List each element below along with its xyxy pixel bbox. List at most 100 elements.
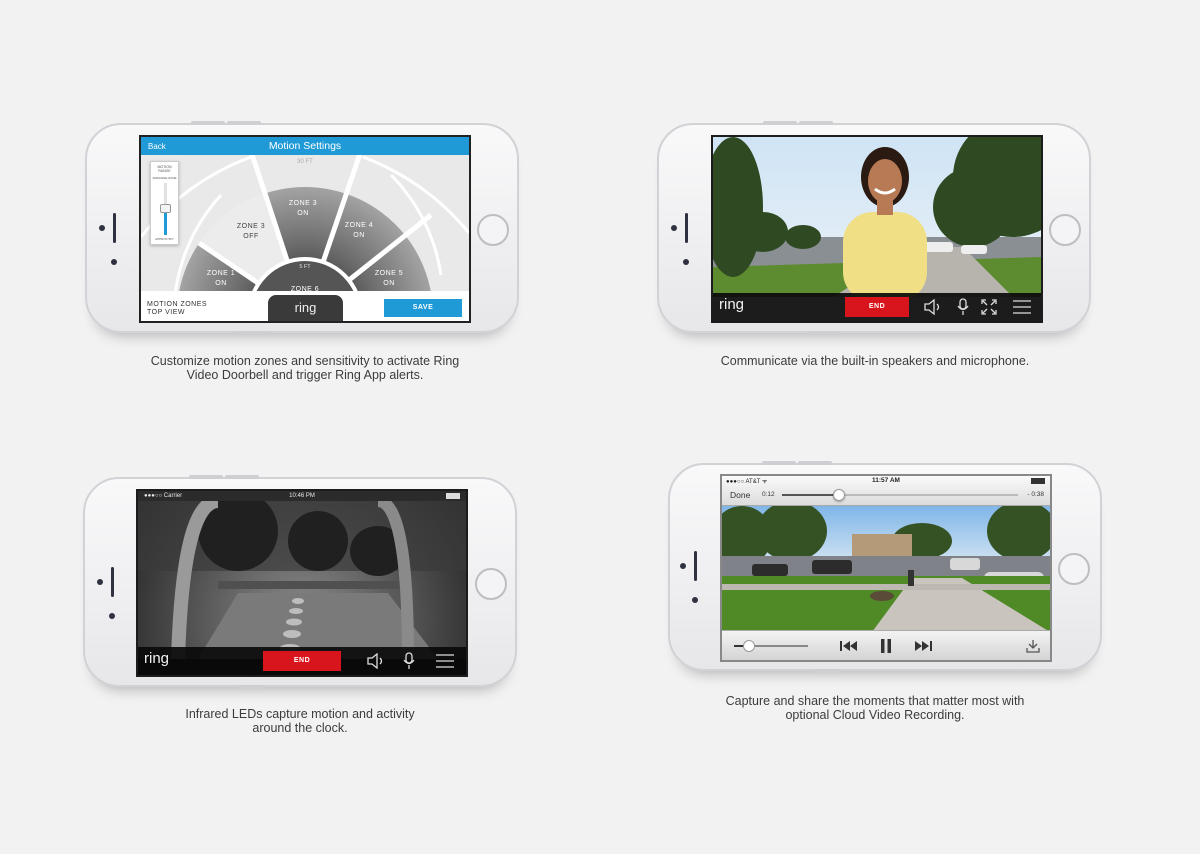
motion-zones-map: 30 FT 5 FT ZONE 1 ON ZONE 3 OFF ZONE 3 O… [141,155,469,295]
battery-icon [1031,478,1045,484]
phone-button [235,685,265,689]
zones-label: MOTION ZONES TOP VIEW [147,301,207,317]
bottom-bar: MOTION ZONES TOP VIEW ring SAVE [141,291,469,321]
caption-line: Infrared LEDs capture motion and activit… [185,707,415,721]
sensor-dot [692,597,698,603]
slider-bottom-label: APPROX 5FT [155,237,174,241]
pause-icon[interactable] [880,638,892,654]
caption-night: Infrared LEDs capture motion and activit… [150,707,450,735]
speaker-grille [113,213,116,243]
call-controls-bar: ring END [138,647,466,675]
elapsed-time: 0:12 [762,491,775,498]
live-video-screen: ring END [711,135,1043,323]
call-icons [923,293,1041,321]
caption-talk: Communicate via the built-in speakers an… [720,354,1030,368]
volume-knob[interactable] [742,640,755,652]
camera-icon [680,563,686,569]
phone-button [762,461,796,465]
call-icons [364,647,464,675]
recorded-video-feed [722,506,1050,632]
phone-button [798,461,832,465]
speaker-grille [685,213,688,243]
microphone-icon[interactable] [402,652,416,670]
status-bar: ●●●○○ Carrier 10:46 PM [138,491,466,501]
caption-line: optional Cloud Video Recording. [785,708,965,722]
phone-button [237,331,267,335]
caption-line: around the clock. [252,721,348,735]
ring-logo: ring [144,650,170,667]
done-button[interactable]: Done [730,490,750,500]
speaker-grille [694,551,697,581]
zone-label: ZONE 3 [289,200,317,207]
save-button[interactable]: SAVE [384,299,462,317]
menu-icon[interactable] [436,654,454,668]
phone-video-player: ●●●○○ AT&T ᯤ 11:57 AM Done 0:12 - 0:38 [668,461,1102,673]
home-button[interactable] [477,214,509,246]
caption-line: Video Doorbell and trigger Ring App aler… [186,368,424,382]
slider-mid-label: ARRANGE ZONE [152,176,177,180]
phone-night-vision: ●●●○○ Carrier 10:46 PM ring END [83,475,517,689]
phone-button [227,121,261,125]
player-controls-bar [722,630,1050,660]
range-far-label: 30 FT [297,159,313,165]
zone-label: ZONE 4 [345,222,373,229]
home-button[interactable] [1049,214,1081,246]
camera-icon [99,225,105,231]
zones-label-line2: TOP VIEW [147,309,185,316]
phone-button [809,331,839,335]
scrubber-fill [782,494,839,496]
sensor-dot [111,259,117,265]
end-call-button[interactable]: END [845,297,909,317]
camera-icon [671,225,677,231]
phone-button [189,475,223,479]
microphone-icon[interactable] [956,298,970,316]
phone-motion-settings: Back Motion Settings 30 FT 5 FT ZONE 1 O… [85,121,519,335]
status-time: 10:46 PM [289,493,315,499]
slider-knob[interactable] [160,204,171,213]
zone-state: OFF [243,233,259,240]
title-bar: Back Motion Settings [141,137,469,155]
caption-line: Customize motion zones and sensitivity t… [150,354,460,368]
phone-button [225,475,259,479]
speaker-grille [111,567,114,597]
sensor-dot [109,613,115,619]
rewind-icon[interactable] [840,640,858,652]
fast-forward-icon[interactable] [914,640,932,652]
phone-button [799,121,833,125]
speaker-icon[interactable] [923,299,943,315]
scrubber-knob[interactable] [832,489,845,501]
ring-logo: ring [719,296,745,313]
screen-title: Motion Settings [268,140,342,152]
motion-range-slider[interactable]: MOTION RANGE ARRANGE ZONE APPROX 5FT [150,161,179,245]
zone-state: ON [383,280,395,287]
sensor-dot [683,259,689,265]
home-button[interactable] [1058,553,1090,585]
end-call-button[interactable]: END [263,651,341,671]
home-button[interactable] [475,568,507,600]
call-controls-bar: ring END [713,293,1041,321]
scrubber-track[interactable] [782,489,1018,501]
zones-label-line1: MOTION ZONES [147,301,208,308]
zone-label: ZONE 5 [375,270,403,277]
phone-live-talk: ring END [657,121,1091,335]
zone-state: ON [297,210,309,217]
menu-icon[interactable] [1013,300,1031,314]
fullscreen-icon[interactable] [981,299,997,315]
caption-line: Capture and share the moments that matte… [725,694,1025,708]
range-near-label: 5 FT [299,264,311,270]
slider-title: MOTION RANGE [157,165,172,173]
night-video-feed [138,501,466,659]
phone-button [191,121,225,125]
zone-state: ON [215,280,227,287]
night-video-screen: ●●●○○ Carrier 10:46 PM ring END [136,489,468,677]
volume-track[interactable] [734,640,808,652]
motion-settings-screen: Back Motion Settings 30 FT 5 FT ZONE 1 O… [139,135,471,323]
phone-button [810,669,840,673]
caption-motion: Customize motion zones and sensitivity t… [140,354,470,382]
remaining-time: - 0:38 [1027,491,1044,498]
camera-icon [97,579,103,585]
phone-button [763,121,797,125]
speaker-icon[interactable] [366,653,386,669]
download-icon[interactable] [1026,639,1040,653]
ring-logo: ring [268,295,343,321]
